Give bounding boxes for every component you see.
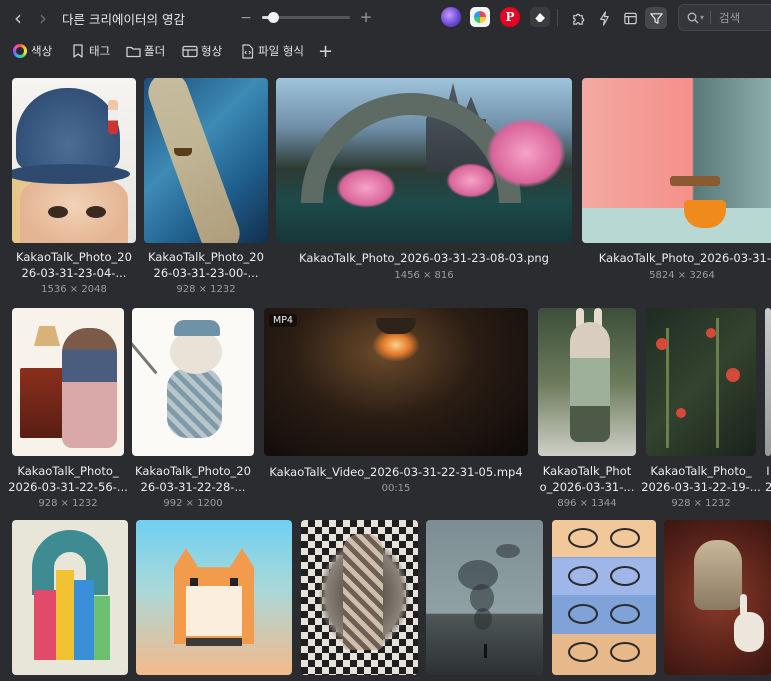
- filter-icon: [649, 12, 663, 24]
- search-input[interactable]: [719, 10, 764, 25]
- plugin-button[interactable]: [567, 7, 589, 29]
- file-type-icon: [239, 43, 255, 59]
- tag-icon: [70, 43, 86, 59]
- layout-panel-button[interactable]: [619, 7, 641, 29]
- filter-label: 색상: [31, 44, 53, 58]
- pinterest-icon[interactable]: P: [500, 7, 520, 27]
- asset-name: KakaoTalk_Photo_20: [135, 464, 251, 478]
- asset-dimensions: 1456 × 816: [394, 270, 454, 281]
- asset-thumbnail[interactable]: [646, 308, 756, 456]
- asset-thumbnail[interactable]: [136, 520, 292, 675]
- asset-name-line2: 26-03-31-22-28-...: [140, 480, 246, 494]
- search-box[interactable]: ▾: [678, 4, 771, 31]
- browser-extension-icon[interactable]: [441, 7, 461, 27]
- search-icon: [687, 12, 699, 23]
- asset-thumbnail[interactable]: [426, 520, 543, 675]
- asset-dimensions: 1536 × 2048: [41, 284, 107, 295]
- layout-panel-icon: [623, 12, 637, 24]
- asset-name: KakaoTalk_Phot: [542, 464, 632, 478]
- asset-thumbnail[interactable]: [276, 78, 572, 243]
- filter-button[interactable]: [645, 7, 667, 29]
- zoom-out-button[interactable]: −: [238, 8, 254, 28]
- asset-thumbnail[interactable]: [12, 78, 136, 243]
- asset-thumbnail[interactable]: [12, 520, 128, 675]
- zoom-slider-thumb[interactable]: [268, 12, 280, 23]
- asset-name-line2: 2: [765, 480, 771, 494]
- video-duration: 00:15: [381, 483, 411, 494]
- asset-thumbnail[interactable]: [144, 78, 268, 243]
- asset-name: KakaoTalk_Photo_20: [16, 250, 132, 264]
- eraser-extension-icon[interactable]: [530, 7, 550, 27]
- chevron-down-icon[interactable]: ▾: [700, 13, 704, 22]
- asset-thumbnail[interactable]: [582, 78, 771, 243]
- asset-name-line2: 26-03-31-23-04-...: [21, 266, 127, 280]
- back-button[interactable]: ‹: [8, 8, 28, 28]
- plugin-icon: [572, 13, 584, 25]
- asset-dimensions: 928 × 1232: [38, 498, 98, 509]
- asset-thumbnail[interactable]: [538, 308, 636, 456]
- title-bar: ‹ › 다른 크리에이터의 영감 − + P ▾: [0, 0, 771, 36]
- filter-label: 태그: [89, 44, 111, 58]
- asset-name: KakaoTalk_Photo_20: [148, 250, 264, 264]
- quick-action-button[interactable]: [593, 7, 615, 29]
- asset-name: KakaoTalk_Photo_: [650, 464, 752, 478]
- zoom-in-button[interactable]: +: [358, 7, 374, 27]
- folder-title: 다른 크리에이터의 영감: [62, 12, 185, 27]
- filter-tag[interactable]: 태그: [70, 43, 110, 59]
- asset-dimensions: 928 × 1232: [176, 284, 236, 295]
- asset-thumbnail[interactable]: [664, 520, 771, 675]
- shape-icon: [182, 43, 198, 59]
- search-divider: [710, 11, 712, 24]
- asset-name-line2: 2026-03-31-22-56-...: [8, 480, 128, 494]
- asset-thumbnail[interactable]: [12, 308, 124, 456]
- asset-name: KakaoTalk_Photo_: [17, 464, 119, 478]
- asset-dimensions: 992 × 1200: [163, 498, 223, 509]
- asset-name: KakaoTalk_Photo_2026-03-31-: [598, 251, 771, 265]
- filter-bar: 색상 태그 폴더 형상 파일 형식 +: [0, 38, 771, 66]
- asset-dimensions: 928 × 1232: [671, 498, 731, 509]
- asset-thumbnail[interactable]: [765, 308, 771, 456]
- filter-color[interactable]: 색상: [12, 43, 52, 59]
- asset-name-line2: o_2026-03-31-...: [539, 480, 635, 494]
- forward-button[interactable]: ›: [33, 8, 53, 28]
- asset-name-line2: 26-03-31-23-00-...: [153, 266, 259, 280]
- chevron-left-icon: ‹: [14, 6, 22, 30]
- lightning-icon: [599, 10, 609, 26]
- filter-shape[interactable]: 형상: [182, 43, 222, 59]
- asset-name: I: [766, 464, 770, 478]
- asset-thumbnail[interactable]: [552, 520, 656, 675]
- filter-label: 폴더: [144, 44, 166, 58]
- filter-label: 형상: [201, 44, 223, 58]
- toolbar-divider: [557, 9, 558, 26]
- zoom-slider[interactable]: [262, 12, 350, 23]
- asset-thumbnail[interactable]: [301, 520, 418, 675]
- folder-icon: [125, 43, 141, 59]
- asset-name: KakaoTalk_Photo_2026-03-31-23-08-03.png: [299, 251, 549, 265]
- filter-file-type[interactable]: 파일 형식: [239, 43, 304, 59]
- asset-dimensions: 896 × 1344: [557, 498, 617, 509]
- asset-dimensions: 5824 × 3264: [649, 270, 715, 281]
- color-wheel-icon: [12, 43, 28, 59]
- chevron-right-icon: ›: [39, 6, 47, 30]
- add-filter-button[interactable]: +: [318, 41, 333, 62]
- asset-thumbnail[interactable]: [132, 308, 254, 456]
- asset-name: KakaoTalk_Video_2026-03-31-22-31-05.mp4: [269, 465, 523, 479]
- asset-thumbnail[interactable]: MP4: [264, 308, 528, 456]
- video-format-badge: MP4: [269, 314, 297, 327]
- filter-folder[interactable]: 폴더: [125, 43, 165, 59]
- filter-label: 파일 형식: [258, 44, 304, 58]
- color-palette-extension-icon[interactable]: [470, 7, 490, 27]
- asset-name-line2: 2026-03-31-22-19-...: [641, 480, 761, 494]
